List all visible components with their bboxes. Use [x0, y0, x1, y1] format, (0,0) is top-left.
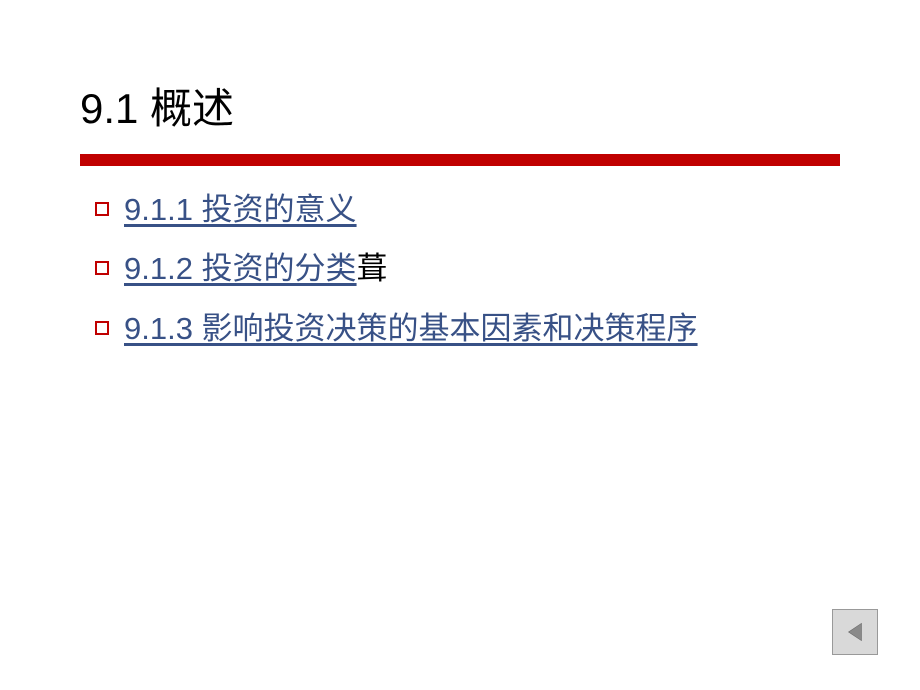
item-text: 9.1.2 投资的分类葺	[124, 247, 388, 290]
item-link[interactable]: 9.1.3 影响投资决策的基本因素和决策程序	[124, 311, 698, 346]
previous-arrow-icon	[842, 619, 868, 645]
bullet-icon	[95, 202, 109, 216]
item-link[interactable]: 9.1.2 投资的分类	[124, 251, 357, 286]
list-item: 9.1.2 投资的分类葺	[95, 247, 840, 290]
slide-title: 9.1 概述	[80, 75, 840, 136]
list-item: 9.1.1 投资的意义	[95, 188, 840, 231]
title-divider	[80, 154, 840, 166]
item-text: 9.1.1 投资的意义	[124, 188, 357, 231]
item-suffix: 葺	[357, 251, 388, 286]
bullet-icon	[95, 321, 109, 335]
item-text: 9.1.3 影响投资决策的基本因素和决策程序	[124, 307, 698, 350]
item-list: 9.1.1 投资的意义 9.1.2 投资的分类葺 9.1.3 影响投资决策的基本…	[80, 188, 840, 350]
list-item: 9.1.3 影响投资决策的基本因素和决策程序	[95, 307, 840, 350]
previous-button[interactable]	[832, 609, 878, 655]
item-link[interactable]: 9.1.1 投资的意义	[124, 192, 357, 227]
bullet-icon	[95, 261, 109, 275]
slide-container: 9.1 概述 9.1.1 投资的意义 9.1.2 投资的分类葺 9.1.3 影响…	[0, 0, 920, 690]
